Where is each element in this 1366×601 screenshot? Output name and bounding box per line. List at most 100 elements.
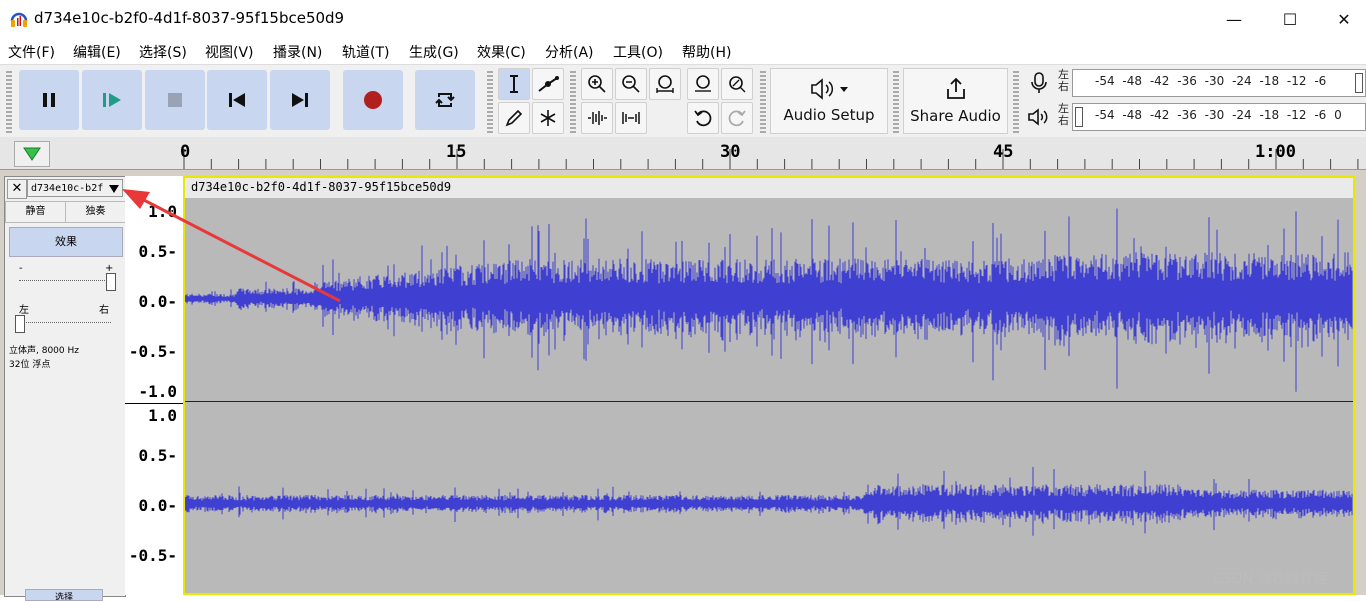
menu-view[interactable]: 视图(V) [205, 42, 254, 62]
record-meter-channels: 左右 [1058, 68, 1069, 93]
toolbar-grip[interactable] [1013, 69, 1019, 133]
toolbar-grip[interactable] [570, 69, 576, 133]
record-button[interactable] [343, 70, 403, 130]
amp-label: -0.5- [128, 546, 177, 565]
audio-setup-button[interactable]: Audio Setup [770, 68, 888, 134]
menu-file[interactable]: 文件(F) [8, 42, 55, 62]
waveform-channel [185, 208, 1353, 392]
menu-analyze[interactable]: 分析(A) [545, 42, 594, 62]
zoom-selection-icon [656, 75, 674, 93]
menu-edit[interactable]: 编辑(E) [73, 42, 121, 62]
pan-slider-track[interactable] [19, 322, 111, 324]
waveform-clip[interactable]: d734e10c-b2f0-4d1f-8037-95f15bce50d9 [183, 176, 1355, 595]
skip-to-end-button[interactable] [270, 70, 330, 130]
minimize-icon: — [1226, 9, 1242, 29]
envelope-icon [538, 76, 559, 92]
timeline-ruler[interactable]: 0 15 30 45 1:00 [0, 137, 1366, 170]
window-title: d734e10c-b2f0-4d1f-8037-95f15bce50d9 [34, 9, 345, 27]
share-icon [946, 77, 965, 99]
skip-start-icon [229, 93, 245, 107]
selection-tool-button[interactable] [498, 68, 530, 100]
i-beam-icon [510, 75, 518, 93]
draw-tool-button[interactable] [498, 102, 530, 134]
amp-label: 0.0- [138, 496, 177, 515]
zoom-out-button[interactable] [615, 68, 647, 100]
loop-icon [435, 93, 455, 107]
record-meter[interactable]: -54 -48 -42 -36 -30 -24 -18 -12 -6 [1072, 69, 1366, 97]
skip-to-start-button[interactable] [207, 70, 267, 130]
minimize-button[interactable]: — [1212, 4, 1256, 34]
record-meter-scale: -54 -48 -42 -36 -30 -24 -18 -12 -6 [1095, 74, 1327, 88]
playback-meter[interactable]: -54 -48 -42 -36 -30 -24 -18 -12 -6 0 [1072, 103, 1366, 131]
close-window-button[interactable]: ✕ [1322, 4, 1366, 34]
menu-help[interactable]: 帮助(H) [682, 42, 731, 62]
skip-end-icon [292, 93, 308, 107]
zoom-toggle-button[interactable] [721, 68, 753, 100]
track-menu-dropdown-icon [109, 185, 119, 193]
playback-meter-button[interactable] [1024, 102, 1054, 132]
timeline-label-30: 30 [720, 142, 741, 162]
play-button[interactable] [82, 70, 142, 130]
fit-selection-button[interactable] [649, 68, 681, 100]
record-meter-button[interactable] [1024, 68, 1054, 98]
amp-label: 1.0 [148, 406, 177, 425]
amplitude-ruler[interactable]: 1.0 0.5- 0.0- -0.5- -1.0 1.0 0.5- 0.0- -… [125, 176, 183, 595]
gain-slider-track[interactable] [19, 280, 111, 282]
mute-button[interactable]: 静音 [5, 201, 66, 223]
pause-button[interactable] [19, 70, 79, 130]
playback-level-slider[interactable] [1075, 107, 1083, 127]
track-control-panel[interactable]: ✕ d734e10c-b2f 静音 独奏 效果 - + 左 右 立体声, 800… [4, 176, 126, 601]
menu-generate[interactable]: 生成(G) [409, 42, 459, 62]
close-track-button[interactable]: ✕ [7, 179, 27, 199]
menu-record[interactable]: 播录(N) [273, 42, 322, 62]
toolbar-grip[interactable] [893, 69, 899, 133]
menu-tools[interactable]: 工具(O) [613, 42, 663, 62]
toolbar-grip[interactable] [487, 69, 493, 133]
timeline-label-60: 1:00 [1255, 142, 1296, 162]
track-name-menu[interactable]: d734e10c-b2f [27, 179, 123, 197]
stop-icon [168, 93, 182, 107]
effects-button[interactable]: 效果 [9, 227, 123, 257]
timeline-options-button[interactable] [14, 141, 50, 167]
record-level-slider[interactable] [1355, 73, 1363, 93]
gain-minus-label: - [19, 263, 23, 274]
toolbar-grip[interactable] [760, 69, 766, 133]
envelope-tool-button[interactable] [532, 68, 564, 100]
menu-tracks[interactable]: 轨道(T) [342, 42, 389, 62]
clip-title-bar[interactable]: d734e10c-b2f0-4d1f-8037-95f15bce50d9 [185, 178, 1353, 198]
toolbar-grip[interactable] [6, 69, 12, 133]
undo-button[interactable] [687, 102, 719, 134]
stop-button[interactable] [145, 70, 205, 130]
zoom-in-button[interactable] [581, 68, 613, 100]
solo-button[interactable]: 独奏 [65, 201, 126, 223]
asterisk-icon [540, 110, 556, 126]
fit-project-button[interactable] [687, 68, 719, 100]
pan-slider-thumb[interactable] [15, 315, 25, 333]
gain-slider-thumb[interactable] [106, 273, 116, 291]
amp-label: -0.5- [128, 342, 177, 361]
silence-icon [622, 112, 640, 124]
play-icon [103, 93, 121, 107]
zoom-out-icon [622, 75, 640, 93]
redo-button[interactable] [721, 102, 753, 134]
speaker-dropdown-icon [811, 78, 848, 100]
silence-audio-button[interactable] [615, 102, 647, 134]
amp-label: 1.0 [148, 202, 177, 221]
clip-title: d734e10c-b2f0-4d1f-8037-95f15bce50d9 [191, 180, 452, 194]
maximize-button[interactable]: ☐ [1268, 4, 1312, 34]
trim-audio-button[interactable] [581, 102, 613, 134]
share-audio-button[interactable]: Share Audio [903, 68, 1008, 134]
multi-tool-button[interactable] [532, 102, 564, 134]
menu-effect[interactable]: 效果(C) [477, 42, 526, 62]
select-track-button[interactable]: 选择 [25, 589, 103, 601]
speaker-icon [1028, 108, 1048, 126]
title-bar: d734e10c-b2f0-4d1f-8037-95f15bce50d9 — ☐… [0, 0, 1366, 38]
menu-select[interactable]: 选择(S) [139, 42, 187, 62]
green-triangle-icon [23, 147, 41, 161]
pan-left-label: 左 [19, 305, 29, 316]
waveform-display[interactable] [185, 198, 1353, 593]
track-sample-format: 32位 浮点 [9, 360, 51, 370]
amp-label: 0.5- [138, 242, 177, 261]
loop-button[interactable] [415, 70, 475, 130]
zoom-toggle-icon [729, 76, 746, 93]
